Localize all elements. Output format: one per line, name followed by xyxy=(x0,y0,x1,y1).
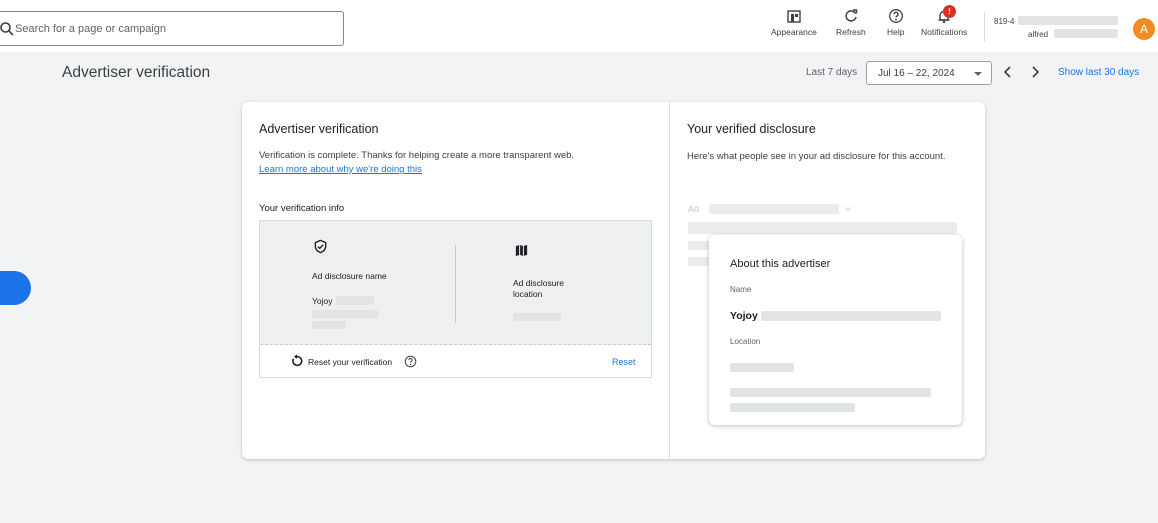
verified-disclosure-description: Here's what people see in your ad disclo… xyxy=(687,151,946,162)
reset-verification-text: Reset your verification xyxy=(308,357,393,367)
date-range-value: Jul 16 – 22, 2024 xyxy=(878,68,955,79)
floating-action-button[interactable] xyxy=(0,271,31,305)
redacted-advertiser-location xyxy=(730,363,794,372)
notifications-button[interactable]: ! Notifications xyxy=(921,5,968,37)
shield-check-icon xyxy=(314,239,327,254)
card-divider xyxy=(669,102,670,459)
account-id: 819-4 xyxy=(994,17,1015,26)
date-range-select[interactable]: Jul 16 – 22, 2024 xyxy=(866,61,992,85)
advertiser-name-label: Name xyxy=(730,285,752,294)
about-advertiser-popup: About this advertiser Name Yojoy Locatio… xyxy=(709,235,962,425)
learn-more-link[interactable]: Learn more about why we're doing this xyxy=(259,164,422,175)
redacted-name xyxy=(312,321,346,329)
appearance-icon xyxy=(787,10,801,23)
redacted-text-line xyxy=(730,388,931,397)
top-bar: Appearance Refresh Help ! Notifications … xyxy=(0,0,1158,52)
redacted-text-line xyxy=(730,403,855,412)
verified-disclosure-title: Your verified disclosure xyxy=(687,122,816,136)
redacted-name xyxy=(312,310,378,318)
chevron-down-icon xyxy=(844,207,852,212)
avatar[interactable]: A xyxy=(1133,18,1155,40)
search-box[interactable] xyxy=(0,11,344,46)
advertiser-location-label: Location xyxy=(730,337,761,346)
verification-card: Advertiser verification Verification is … xyxy=(242,102,985,459)
refresh-label: Refresh xyxy=(836,27,866,37)
ad-preview-placeholder xyxy=(709,204,839,214)
verification-info-title: Your verification info xyxy=(259,203,345,214)
advertiser-name-value: Yojoy xyxy=(730,310,758,322)
show-last-30-days-link[interactable]: Show last 30 days xyxy=(1058,67,1139,78)
appearance-button[interactable]: Appearance xyxy=(771,8,817,37)
ad-disclosure-name-value: Yojoy xyxy=(312,296,333,306)
help-label: Help xyxy=(887,27,905,37)
account-name: alfred xyxy=(1028,30,1049,39)
ad-disclosure-location-label: Ad disclosure location xyxy=(513,278,565,299)
about-advertiser-title: About this advertiser xyxy=(730,258,831,270)
redacted-account-id xyxy=(1018,16,1118,25)
verification-info-details: Ad disclosure name Yojoy Ad disclosure l… xyxy=(260,221,651,345)
reset-icon xyxy=(292,354,303,367)
reset-button[interactable]: Reset xyxy=(612,357,636,367)
info-column-divider xyxy=(455,245,456,323)
verification-info-box: Ad disclosure name Yojoy Ad disclosure l… xyxy=(259,220,652,378)
page-title: Advertiser verification xyxy=(62,64,211,81)
search-icon xyxy=(0,22,14,36)
help-icon xyxy=(888,9,903,23)
notifications-label: Notifications xyxy=(921,27,968,37)
chevron-down-icon xyxy=(974,72,982,76)
refresh-icon xyxy=(845,9,858,22)
redacted-name xyxy=(336,296,374,305)
redacted-advertiser-name xyxy=(761,311,941,321)
ad-disclosure-name-label: Ad disclosure name xyxy=(312,271,387,281)
redacted-account-email xyxy=(1054,29,1118,38)
help-button[interactable]: Help xyxy=(887,8,904,37)
chevron-right-icon[interactable] xyxy=(1027,64,1043,80)
search-input[interactable] xyxy=(15,19,335,39)
verification-title: Advertiser verification xyxy=(259,122,379,136)
appearance-label: Appearance xyxy=(771,27,817,37)
map-icon xyxy=(515,244,528,257)
redacted-location xyxy=(513,313,561,321)
date-range-label: Last 7 days xyxy=(806,67,858,78)
toolbar-divider xyxy=(984,12,985,42)
ad-preview-label: Ad xyxy=(688,204,700,214)
ad-preview-placeholder xyxy=(688,222,957,234)
refresh-button[interactable]: Refresh xyxy=(836,8,866,37)
help-icon[interactable] xyxy=(404,355,417,368)
chevron-left-icon[interactable] xyxy=(1000,64,1016,80)
notification-badge: ! xyxy=(943,5,956,18)
verification-description: Verification is complete. Thanks for hel… xyxy=(259,150,575,161)
